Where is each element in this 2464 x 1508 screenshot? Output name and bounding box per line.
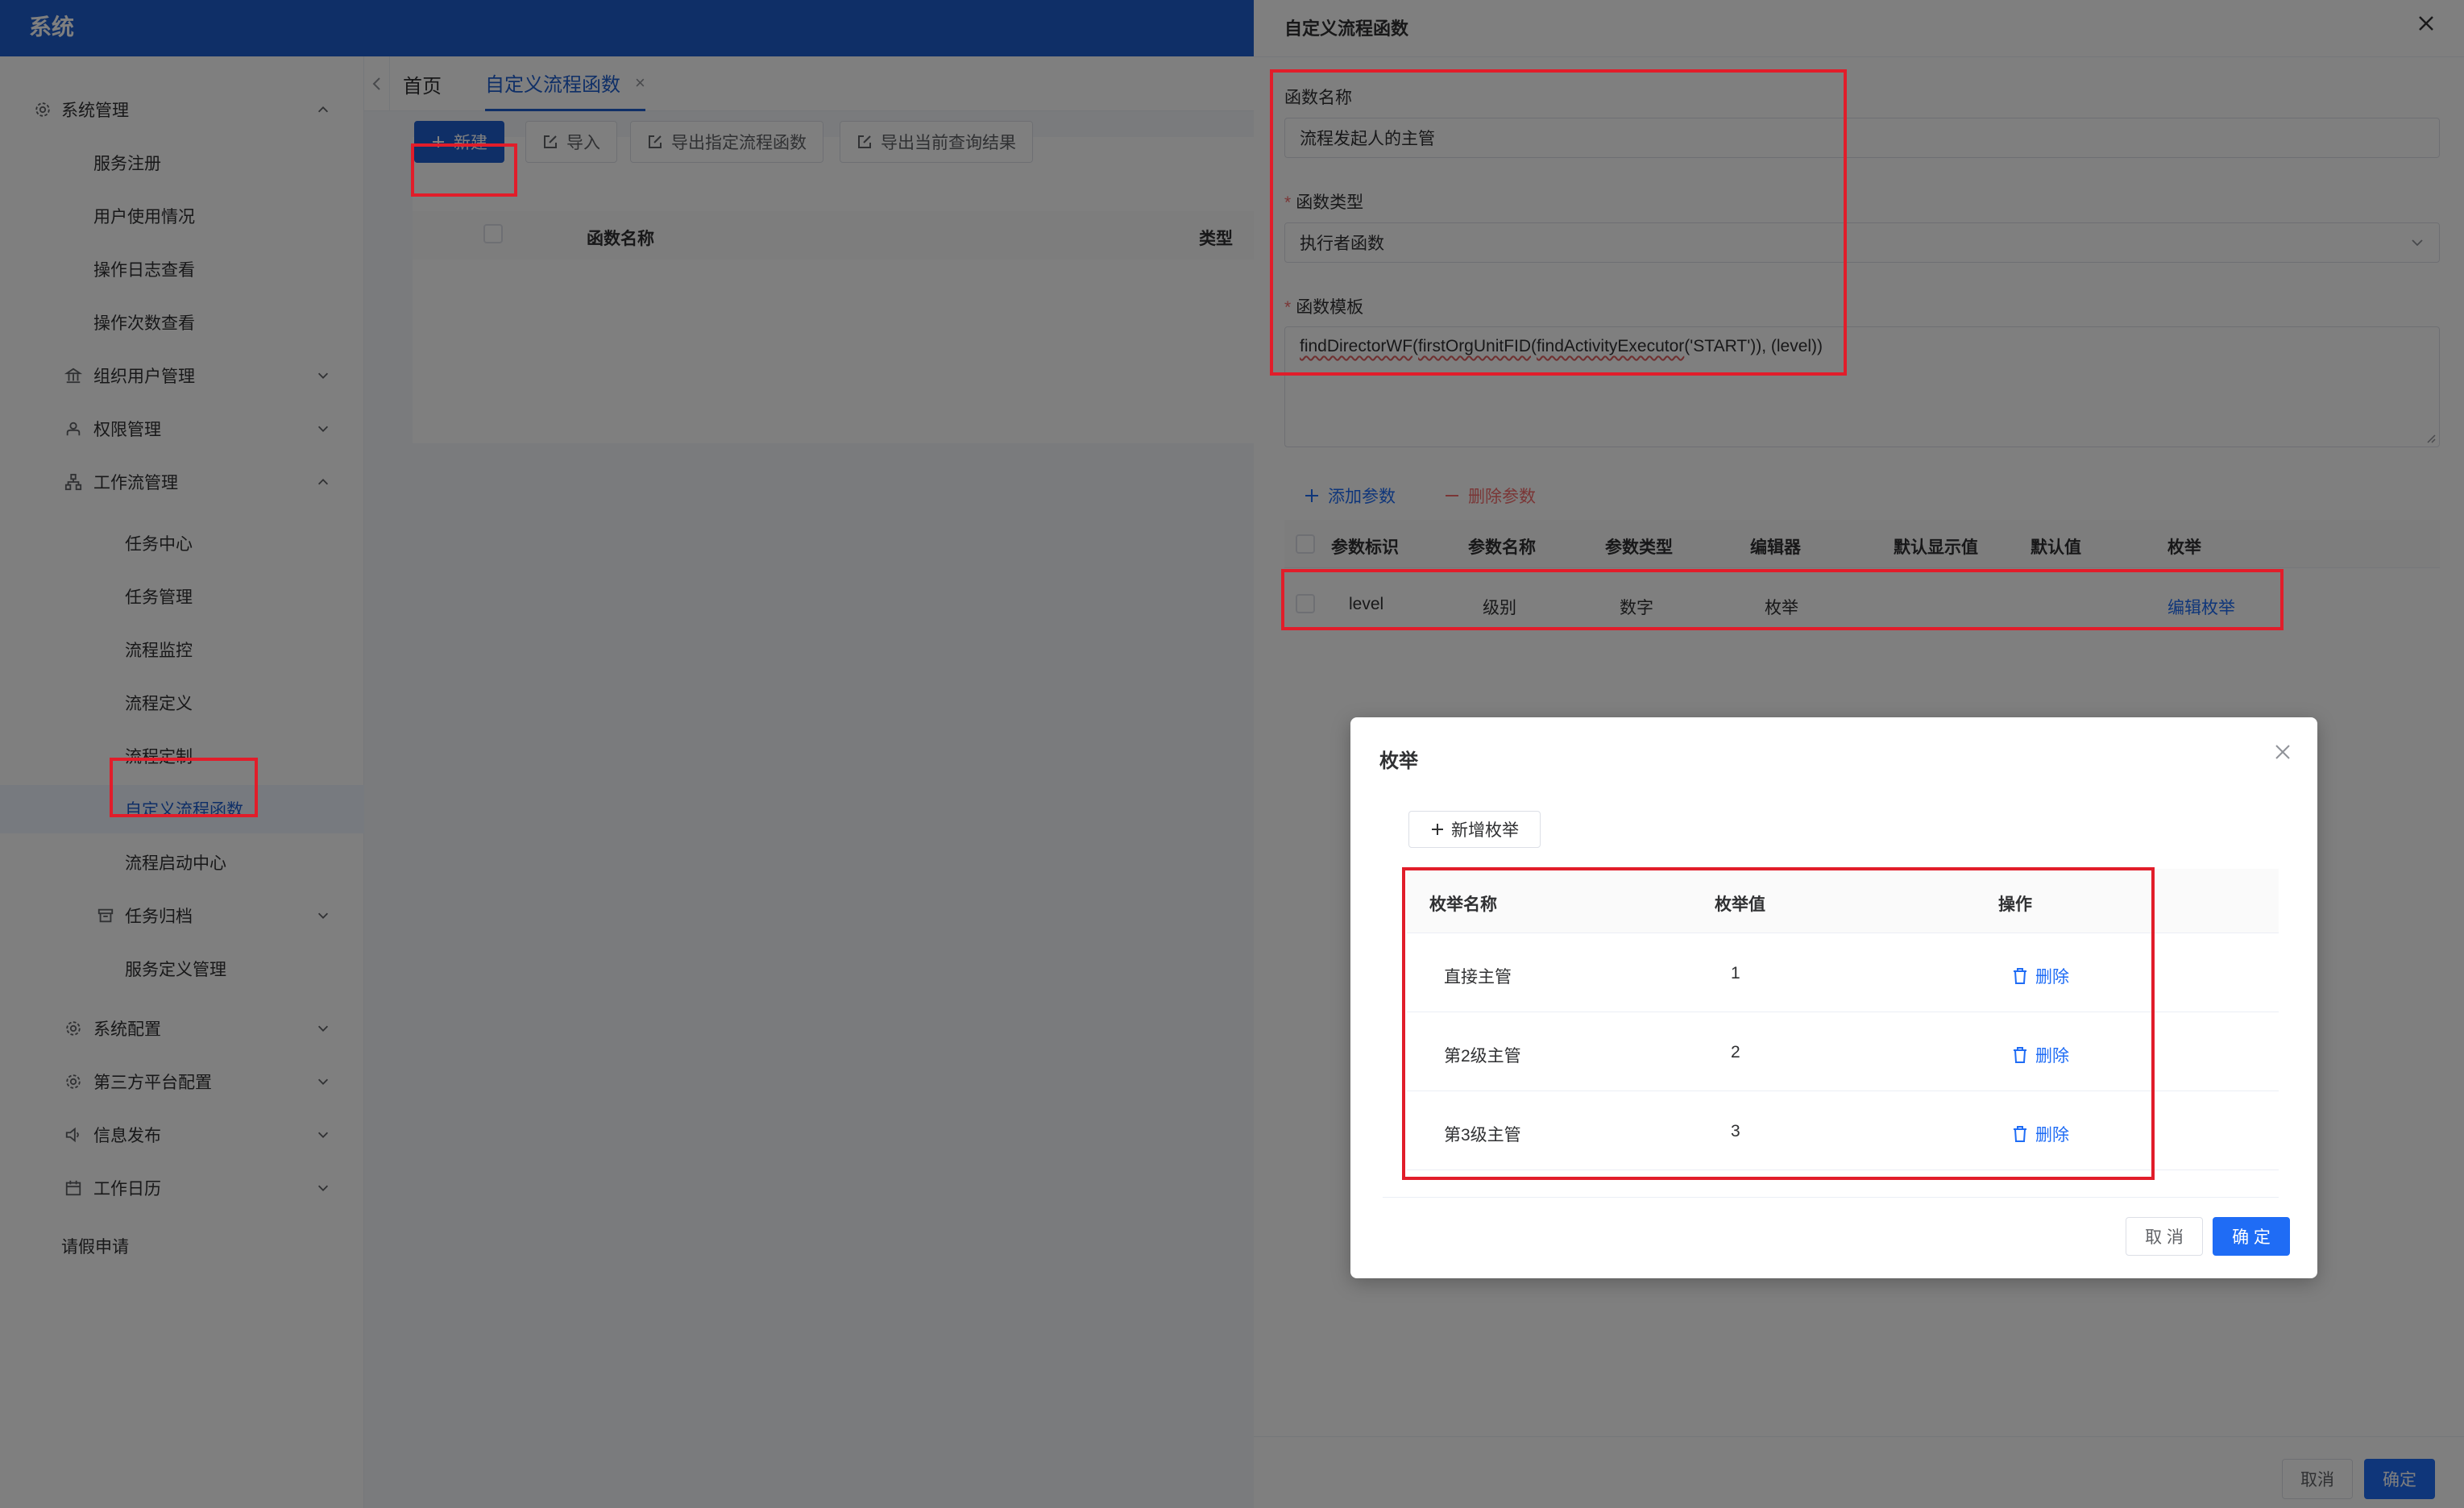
annotation-box-new-button xyxy=(411,143,517,197)
dialog-title: 枚举 xyxy=(1379,750,1418,772)
enum-table-bottom-border xyxy=(1383,1197,2279,1198)
plus-icon xyxy=(1432,824,1443,835)
close-icon[interactable] xyxy=(2272,742,2293,762)
annotation-box-function-form xyxy=(1270,69,1847,376)
background-overlay[interactable] xyxy=(0,0,1254,1508)
dialog-cancel-button[interactable]: 取 消 xyxy=(2126,1217,2203,1256)
annotation-box-enum-table xyxy=(1402,867,2155,1180)
annotation-box-sidebar-item xyxy=(110,758,258,817)
add-enum-button[interactable]: 新增枚举 xyxy=(1408,811,1541,848)
button-label: 新增枚举 xyxy=(1451,821,1519,840)
annotation-box-param-row xyxy=(1281,569,2284,630)
button-label: 确 定 xyxy=(2232,1228,2271,1247)
button-label: 取 消 xyxy=(2145,1228,2184,1247)
dialog-confirm-button[interactable]: 确 定 xyxy=(2213,1217,2290,1256)
